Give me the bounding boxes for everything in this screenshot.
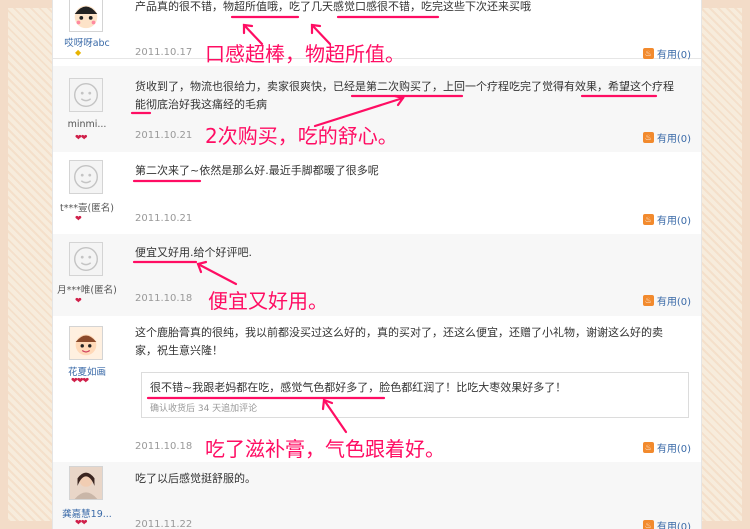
review-date: 2011.10.17 <box>135 47 193 58</box>
helpful-label: 有用(0) <box>656 297 691 308</box>
review-date: 2011.10.21 <box>135 213 193 224</box>
helpful-button[interactable]: ♨ 有用(0) <box>642 46 691 61</box>
review-date: 2011.11.22 <box>135 519 193 529</box>
helpful-button[interactable]: ♨ 有用(0) <box>642 518 691 529</box>
avatar[interactable] <box>69 466 103 500</box>
review-text: 吃了以后感觉挺舒服的。 <box>135 472 256 485</box>
thumbs-up-icon: ♨ <box>642 132 654 143</box>
review-date: 2011.10.21 <box>135 130 193 141</box>
default-avatar-icon <box>70 243 102 275</box>
username[interactable]: 哎呀呀abc <box>53 35 125 49</box>
thumbs-up-icon: ♨ <box>642 48 654 59</box>
followup-text: 很不错~我跟老妈都在吃，感觉气色都好多了，脸色都红润了！比吃大枣效果好多了！ <box>150 381 567 394</box>
default-avatar-icon <box>70 161 102 193</box>
review-date: 2011.10.18 <box>135 441 193 452</box>
thumbs-up-icon: ♨ <box>642 520 654 529</box>
thumbs-up-icon: ♨ <box>642 442 654 453</box>
thumbs-up-icon: ♨ <box>642 214 654 225</box>
review-item: 月***唯(匿名) ❤ 便宜又好用.给个好评吧. 2011.10.18 ♨ 有用(… <box>53 234 701 317</box>
default-avatar-icon <box>70 79 102 111</box>
review-text: 这个鹿胎膏真的很纯，我以前都没买过这么好的，真的买对了，还这么便宜，还赠了小礼物… <box>135 326 663 357</box>
review-item: t***壹(匿名) ❤ 第二次来了~依然是那么好.最近手脚都暖了很多呢 2011… <box>53 152 701 235</box>
cartoon-avatar-icon <box>70 0 102 31</box>
annotation-text: 2次购买，吃的舒心。 <box>205 124 398 148</box>
credit-badge: ❤❤❤ <box>71 376 89 385</box>
thumbs-up-icon: ♨ <box>642 295 654 306</box>
credit-badge: ◆ <box>75 48 81 57</box>
annotation-text: 口感超棒，物超所值。 <box>205 42 405 66</box>
helpful-button[interactable]: ♨ 有用(0) <box>642 212 691 227</box>
credit-badge: ❤❤ <box>75 518 87 527</box>
helpful-button[interactable]: ♨ 有用(0) <box>642 130 691 145</box>
username[interactable]: 月***唯(匿名) <box>53 282 125 296</box>
review-text: 货收到了，物流也很给力，卖家很爽快，已经是第二次购买了，上回一个疗程吃完了觉得有… <box>135 80 674 111</box>
avatar[interactable] <box>69 160 103 194</box>
helpful-button[interactable]: ♨ 有用(0) <box>642 440 691 455</box>
review-date: 2011.10.18 <box>135 293 193 304</box>
review-text: 便宜又好用.给个好评吧. <box>135 246 252 259</box>
cartoon-avatar-icon <box>70 327 102 359</box>
review-item: 龚嘉慧19... ❤❤ 吃了以后感觉挺舒服的。 2011.11.22 ♨ 有用(0… <box>53 462 701 529</box>
annotation-text: 便宜又好用。 <box>208 289 328 313</box>
username[interactable]: 龚嘉慧19... <box>53 506 125 520</box>
credit-badge: ❤ <box>75 296 82 305</box>
username[interactable]: 花夏如画 <box>53 364 125 378</box>
followup-meta: 确认收货后 34 天追加评论 <box>150 404 258 414</box>
credit-badge: ❤❤ <box>75 133 87 142</box>
avatar[interactable] <box>69 78 103 112</box>
avatar[interactable] <box>69 0 103 32</box>
review-text: 第二次来了~依然是那么好.最近手脚都暖了很多呢 <box>135 164 379 177</box>
credit-badge: ❤ <box>75 214 82 223</box>
helpful-label: 有用(0) <box>656 50 691 61</box>
helpful-label: 有用(0) <box>656 522 691 529</box>
review-text: 产品真的很不错，物超所值哦，吃了几天感觉口感很不错，吃完这些下次还来买哦 <box>135 0 531 13</box>
avatar[interactable] <box>69 242 103 276</box>
username[interactable]: t***壹(匿名) <box>53 200 125 214</box>
photo-avatar-icon <box>70 467 102 499</box>
username[interactable]: minmi... <box>53 119 125 130</box>
followup-review: 很不错~我跟老妈都在吃，感觉气色都好多了，脸色都红润了！比吃大枣效果好多了！ 确… <box>141 372 689 418</box>
helpful-label: 有用(0) <box>656 444 691 455</box>
helpful-label: 有用(0) <box>656 134 691 145</box>
helpful-label: 有用(0) <box>656 216 691 227</box>
annotation-text: 吃了滋补膏，气色跟着好。 <box>205 437 445 461</box>
helpful-button[interactable]: ♨ 有用(0) <box>642 293 691 308</box>
avatar[interactable] <box>69 326 103 360</box>
